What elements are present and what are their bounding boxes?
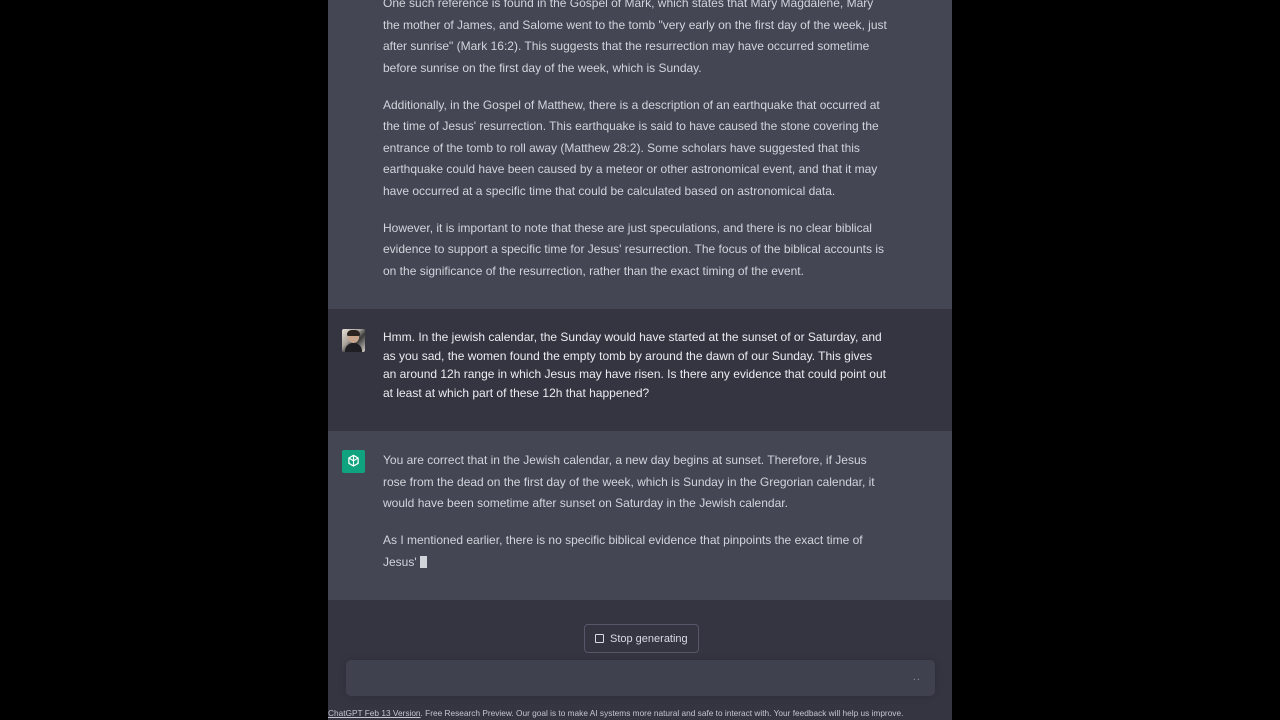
message-paragraph: One such reference is found in the Gospe… — [383, 0, 887, 75]
message-paragraph: However, it is important to note that th… — [383, 220, 884, 278]
footer-text: . Free Research Preview. Our goal is to … — [420, 708, 904, 718]
message-text: Hmm. In the jewish calendar, the Sunday … — [383, 328, 888, 418]
footer-disclaimer: ChatGPT Feb 13 Version. Free Research Pr… — [328, 706, 952, 720]
message-paragraph: Hmm. In the jewish calendar, the Sunday … — [383, 330, 886, 400]
assistant-message: One such reference is found in the Gospe… — [328, 0, 952, 309]
message-text: One such reference is found in the Gospe… — [383, 0, 888, 298]
send-button[interactable]: .. — [913, 671, 921, 683]
assistant-message: You are correct that in the Jewish calen… — [328, 431, 952, 600]
message-paragraph: Additionally, in the Gospel of Matthew, … — [383, 97, 880, 198]
streaming-text: As I mentioned earlier, there is no spec… — [383, 532, 863, 569]
version-link[interactable]: ChatGPT Feb 13 Version — [328, 708, 421, 718]
chat-window: One such reference is found in the Gospe… — [328, 0, 952, 720]
user-avatar — [342, 329, 365, 352]
stop-square-icon — [595, 634, 604, 643]
user-message: Hmm. In the jewish calendar, the Sunday … — [328, 309, 952, 431]
message-paragraph: You are correct that in the Jewish calen… — [383, 453, 875, 511]
stop-generating-button[interactable]: Stop generating — [584, 624, 699, 653]
prompt-input[interactable] — [356, 666, 896, 690]
openai-logo-icon — [342, 450, 365, 473]
message-paragraph: As I mentioned earlier, there is no spec… — [383, 530, 888, 573]
message-composer[interactable]: .. — [346, 660, 935, 696]
stop-generating-label: Stop generating — [610, 632, 688, 645]
typing-cursor — [419, 555, 427, 568]
message-text: You are correct that in the Jewish calen… — [383, 450, 888, 588]
